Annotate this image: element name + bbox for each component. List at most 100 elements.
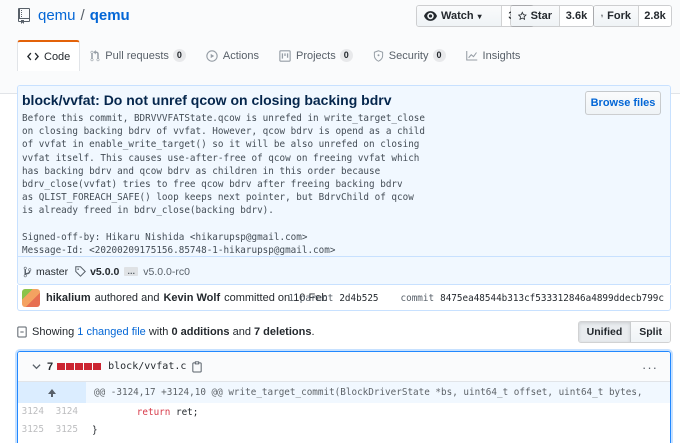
- commit-branches: master v5.0.0 … v5.0.0-rc0: [18, 256, 670, 284]
- commit-box: block/vvfat: Do not unref qcow on closin…: [17, 85, 671, 285]
- tags-ellipsis-button[interactable]: …: [124, 267, 139, 276]
- new-line-number[interactable]: 3124: [52, 403, 86, 421]
- code-line: }: [92, 424, 98, 436]
- repo-separator: /: [80, 7, 85, 24]
- file-path[interactable]: block/vvfat.c: [108, 361, 186, 372]
- file-options-button[interactable]: ···: [642, 360, 658, 375]
- branch-icon: [23, 266, 32, 277]
- tab-security-label: Security: [388, 49, 429, 62]
- diffstat-bar: [57, 363, 102, 370]
- chevron-down-icon[interactable]: [32, 363, 41, 370]
- repo-owner-link[interactable]: qemu: [38, 7, 76, 24]
- with-text: with: [148, 326, 169, 338]
- graph-icon: [465, 51, 477, 61]
- commit-sha-area: 1 parent 2d4b525 commit 8475ea48544b313c…: [289, 285, 664, 311]
- and-text: and: [232, 326, 251, 338]
- tab-pull-requests[interactable]: Pull requests 0: [80, 40, 196, 70]
- file-diff: 7 block/vvfat.c ··· @@ -3124,17 +3124,10…: [17, 351, 671, 443]
- fork-count[interactable]: 2.8k: [638, 6, 671, 26]
- tab-actions-label: Actions: [222, 49, 259, 62]
- star-icon: [518, 11, 527, 21]
- repo-title: qemu / qemu: [17, 7, 130, 24]
- old-line-number[interactable]: 3124: [18, 403, 52, 421]
- tab-projects[interactable]: Projects 0: [269, 40, 363, 70]
- showing-text: Showing: [32, 326, 75, 338]
- tab-code-label: Code: [44, 50, 71, 63]
- author-link[interactable]: hikalium: [46, 292, 91, 304]
- split-button[interactable]: Split: [630, 322, 670, 342]
- tab-insights[interactable]: Insights: [456, 40, 531, 70]
- new-line-number[interactable]: 3126: [52, 439, 86, 443]
- pull-request-icon: [90, 49, 100, 61]
- old-line-number[interactable]: 3125: [18, 421, 52, 439]
- eye-icon: [424, 11, 437, 21]
- period-text: .: [311, 326, 315, 338]
- repo-icon: [18, 7, 30, 24]
- play-icon: [206, 49, 218, 62]
- diff-line: 3125 3125 }: [18, 421, 670, 439]
- commit-sha: 8475ea48544b313cf533312846a4899ddecb799c: [440, 292, 664, 304]
- avatar[interactable]: [22, 288, 40, 307]
- star-control: Star 3.6k: [510, 5, 594, 27]
- browse-files-button[interactable]: Browse files: [585, 91, 661, 115]
- chevron-down-icon: ▾: [477, 11, 482, 21]
- tab-insights-label: Insights: [482, 49, 521, 62]
- unified-button[interactable]: Unified: [578, 322, 631, 342]
- committer-link[interactable]: Kevin Wolf: [163, 292, 220, 304]
- repo-name-link[interactable]: qemu: [90, 7, 130, 24]
- deletions-count: 7 deletions: [254, 326, 312, 338]
- watch-button[interactable]: Watch ▾: [417, 6, 501, 26]
- clipboard-icon[interactable]: [192, 360, 203, 373]
- tag-first[interactable]: v5.0.0: [90, 266, 119, 278]
- commit-description: Before this commit, BDRVVVFATState.qcow …: [22, 113, 425, 269]
- additions-count: 0 additions: [171, 326, 230, 338]
- repo-header: qemu / qemu Watch ▾ 338 Star 3.6k Fork: [0, 0, 680, 94]
- code-icon: [27, 52, 39, 61]
- file-header: 7 block/vvfat.c ···: [18, 352, 670, 382]
- star-button[interactable]: Star: [511, 6, 559, 26]
- tag-icon: [75, 266, 87, 277]
- diff-summary-bar: Showing 1 changed file with 0 additions …: [17, 321, 671, 343]
- old-line-number[interactable]: 3126: [18, 439, 52, 443]
- new-line-number[interactable]: 3125: [52, 421, 86, 439]
- branch-name[interactable]: master: [36, 266, 68, 278]
- tab-code[interactable]: Code: [17, 40, 81, 71]
- security-count: 0: [432, 49, 446, 62]
- star-count[interactable]: 3.6k: [559, 6, 593, 26]
- star-label: Star: [530, 10, 552, 22]
- pull-requests-count: 0: [172, 49, 186, 62]
- diff-view-toggle: Unified Split: [577, 321, 671, 343]
- file-diff-icon: [17, 326, 27, 338]
- commit-body: block/vvfat: Do not unref qcow on closin…: [18, 86, 670, 269]
- diff-line: 3126 3126: [18, 439, 670, 443]
- expand-up-icon[interactable]: [18, 382, 86, 403]
- parent-label: 1 parent: [288, 292, 334, 304]
- parent-sha-link[interactable]: 2d4b525: [339, 293, 378, 304]
- watch-label: Watch: [441, 10, 474, 22]
- hunk-header: @@ -3124,17 +3124,10 @@ write_target_com…: [18, 382, 670, 403]
- authored-text: authored and: [94, 291, 160, 304]
- code-line: return ret;: [136, 406, 199, 418]
- hunk-text: @@ -3124,17 +3124,10 @@ write_target_com…: [94, 387, 643, 398]
- file-change-count: 7: [47, 360, 54, 373]
- changed-files-link[interactable]: 1 changed file: [77, 326, 146, 338]
- project-icon: [279, 49, 291, 62]
- commit-title: block/vvfat: Do not unref qcow on closin…: [22, 92, 392, 108]
- tab-security[interactable]: Security 0: [363, 40, 456, 70]
- tab-projects-label: Projects: [295, 49, 336, 62]
- fork-control: Fork 2.8k: [593, 5, 672, 27]
- fork-icon: [601, 14, 604, 18]
- diff-line: 3124 3124 return ret;: [18, 403, 670, 421]
- fork-label: Fork: [607, 10, 631, 22]
- fork-button[interactable]: Fork: [594, 6, 638, 26]
- tab-actions[interactable]: Actions: [196, 40, 269, 70]
- fork-button-group: Fork 2.8k: [593, 5, 672, 27]
- shield-icon: [373, 49, 383, 62]
- commit-meta: hikalium authored and Kevin Wolf committ…: [17, 285, 671, 311]
- star-button-group: Star 3.6k: [510, 5, 594, 27]
- tab-pull-requests-label: Pull requests: [105, 49, 169, 62]
- projects-count: 0: [339, 49, 353, 62]
- tag-last[interactable]: v5.0.0-rc0: [143, 266, 190, 278]
- keyword-token: return: [136, 406, 171, 418]
- commit-label: commit: [400, 292, 435, 304]
